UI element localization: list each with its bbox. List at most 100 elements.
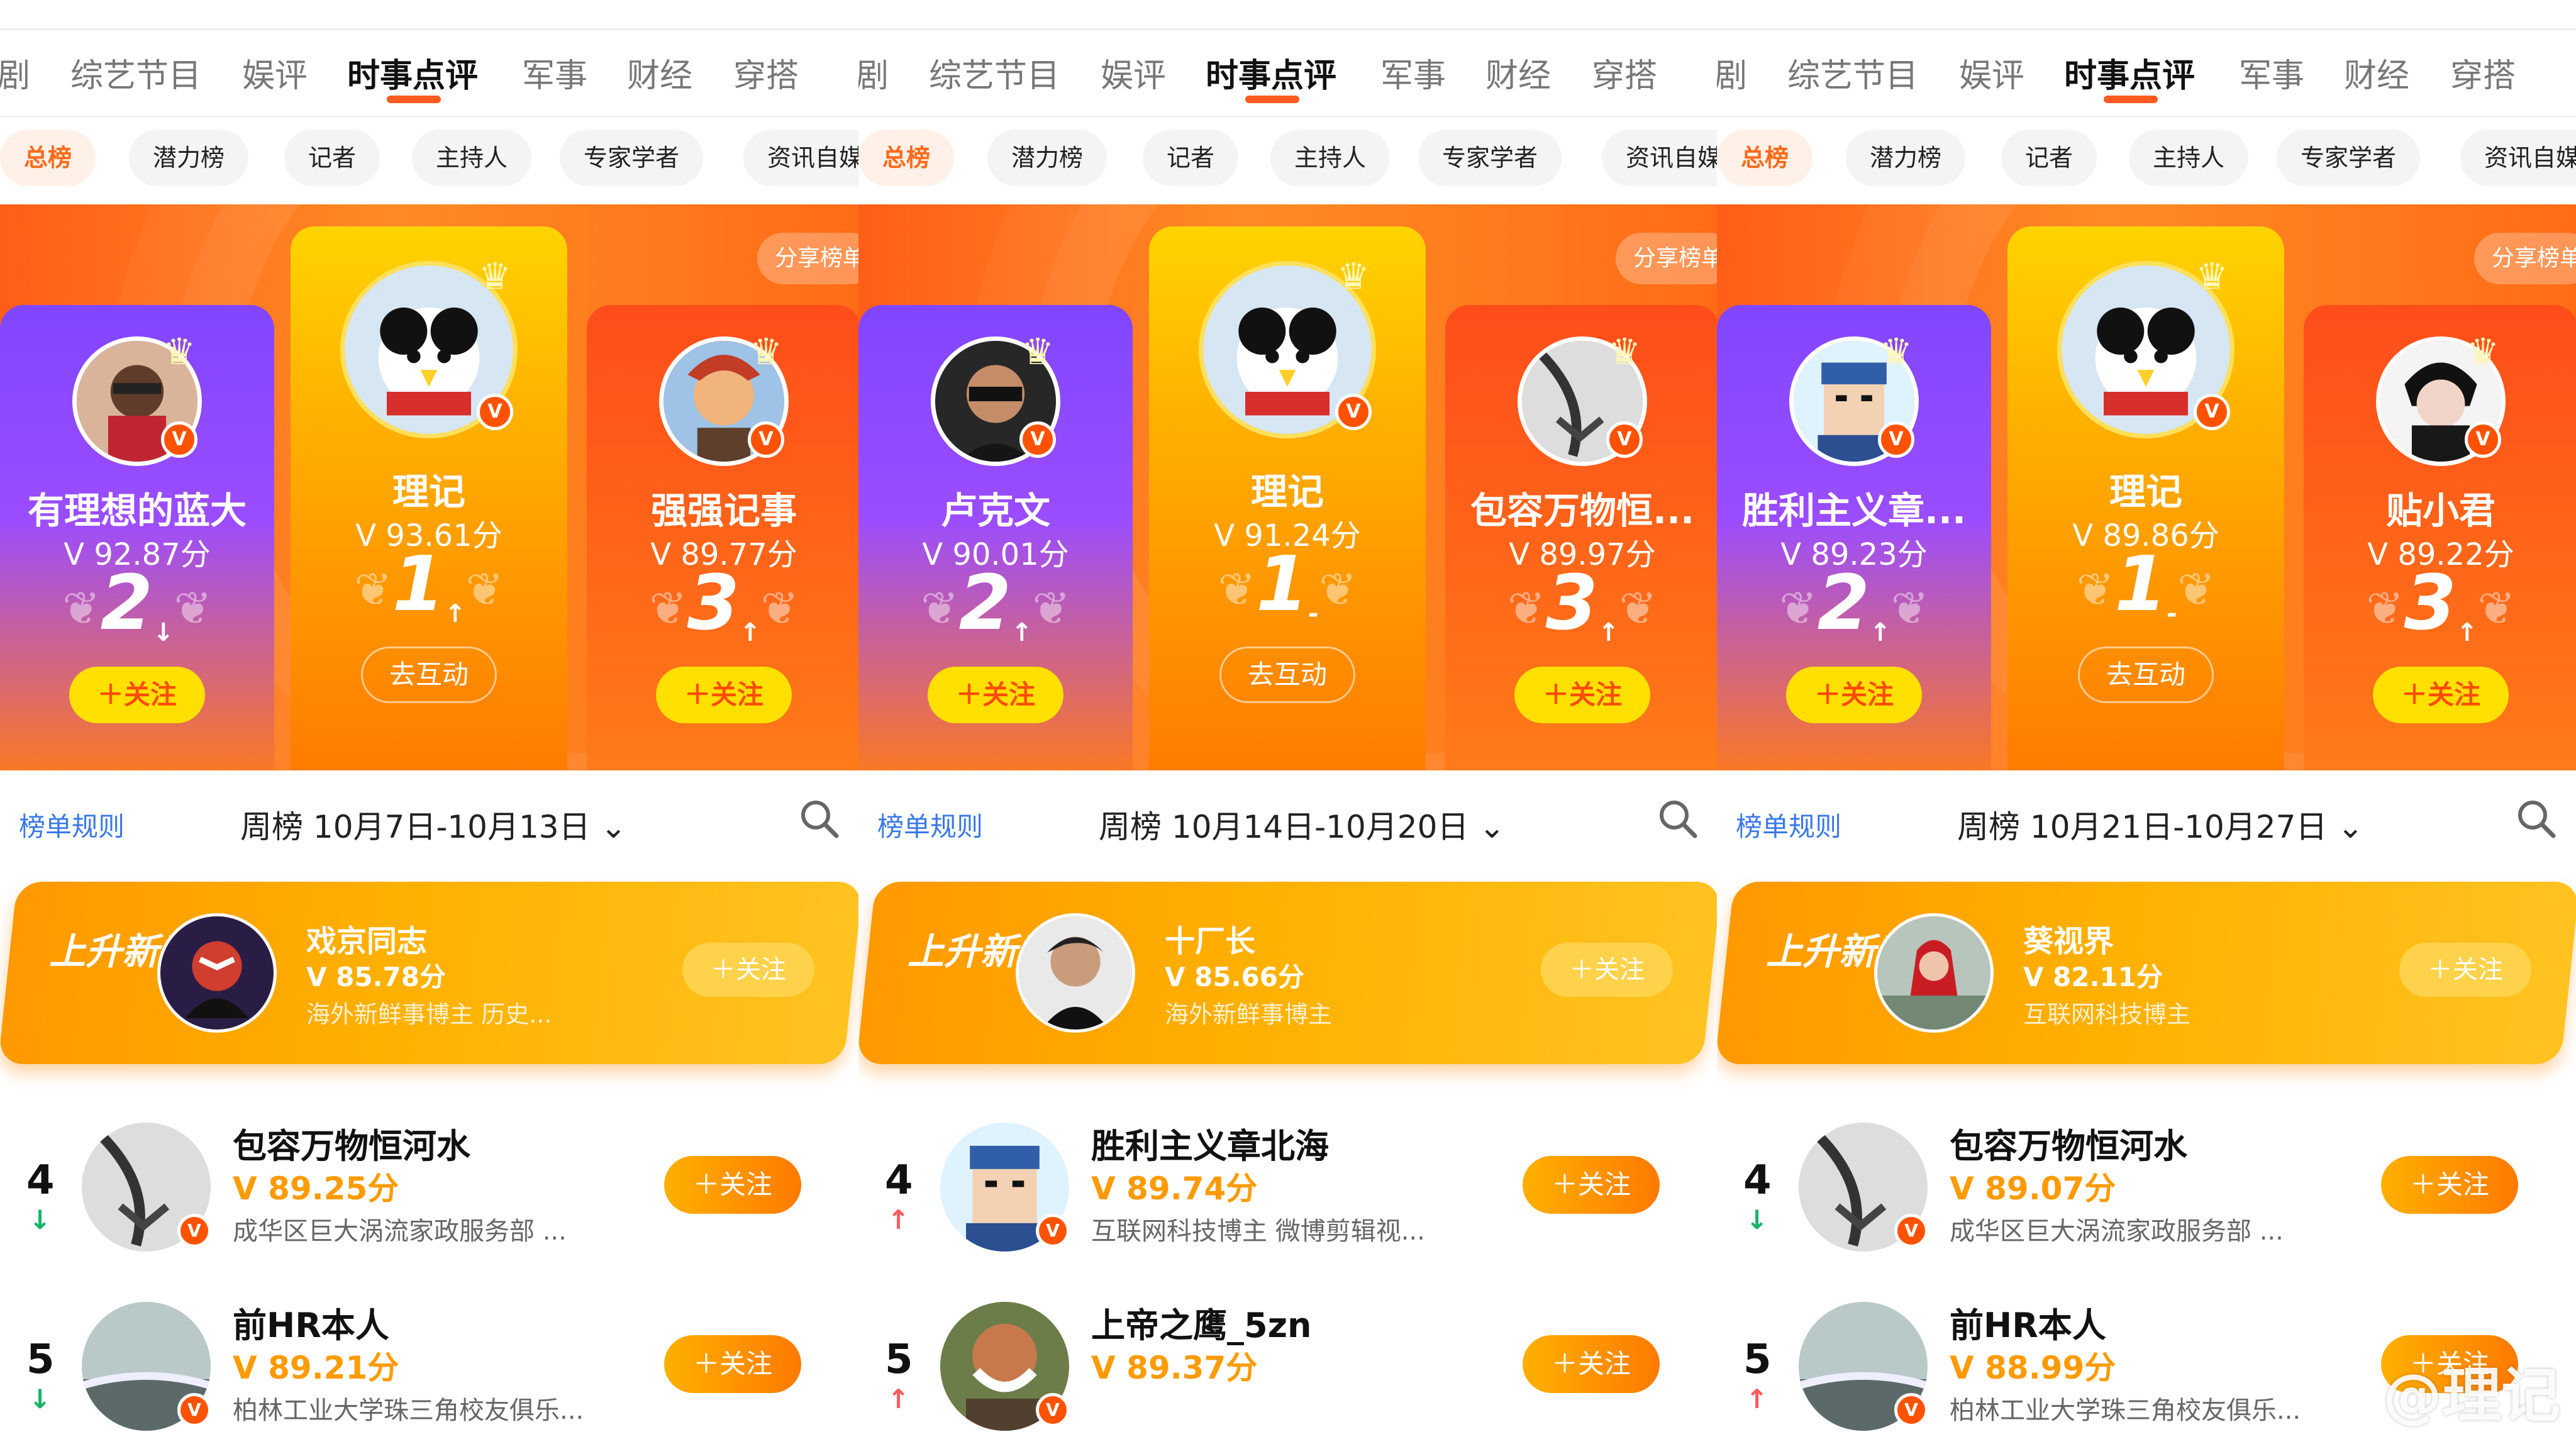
creator-name: 包容万物恒... <box>1470 489 1695 532</box>
creator-avatar[interactable] <box>157 913 277 1033</box>
follow-button[interactable]: ＋关注 <box>1523 1156 1660 1214</box>
follow-button[interactable]: ＋关注 <box>2399 943 2531 997</box>
tab-drama[interactable]: 剧 <box>858 49 889 96</box>
chip-potential[interactable]: 潜力榜 <box>1846 130 1966 186</box>
creator-avatar[interactable]: ♛ V <box>72 330 202 466</box>
creator-name: 包容万物恒河水 <box>1950 1126 2187 1166</box>
chip-expert[interactable]: 专家学者 <box>2277 130 2421 186</box>
ranking-rules-link[interactable]: 榜单规则 <box>19 806 125 844</box>
tab-entertainment-review[interactable]: 娱评 <box>242 49 308 96</box>
creator-avatar[interactable]: ♛ V <box>659 330 789 466</box>
tab-finance[interactable]: 财经 <box>2344 49 2409 96</box>
chip-potential[interactable]: 潜力榜 <box>987 130 1108 186</box>
ranking-row[interactable]: 4 ↓ V 包容万物恒河水 V 89.25分 成华区巨大涡流家政服务部 ... ＋关注 <box>0 1101 859 1280</box>
chip-news-media[interactable]: 资讯自媒体 <box>1602 130 1718 186</box>
search-icon[interactable] <box>2514 797 2558 841</box>
tab-military[interactable]: 军事 <box>522 49 587 96</box>
tab-drama[interactable]: 剧 <box>0 49 30 96</box>
chip-host[interactable]: 主持人 <box>1270 130 1391 186</box>
ranking-rules-link[interactable]: 榜单规则 <box>1736 806 1841 844</box>
chip-expert[interactable]: 专家学者 <box>1418 130 1562 186</box>
creator-avatar[interactable]: ♛ V <box>2057 255 2235 438</box>
interact-button[interactable]: 去互动 <box>1219 647 1355 703</box>
chip-potential[interactable]: 潜力榜 <box>129 130 249 186</box>
follow-button[interactable]: ＋关注 <box>1523 1335 1660 1393</box>
tab-current-affairs[interactable]: 时事点评 <box>1206 49 1336 96</box>
creator-avatar[interactable]: ♛ V <box>931 330 1060 466</box>
chip-news-media[interactable]: 资讯自媒体 <box>2460 130 2576 186</box>
tab-entertainment-review[interactable]: 娱评 <box>1959 49 2024 96</box>
tab-current-affairs[interactable]: 时事点评 <box>2064 49 2195 96</box>
creator-avatar[interactable]: ♛ V <box>1199 255 1376 438</box>
ranking-row[interactable]: 5 ↑ V 上帝之鹰_5zn V 89.37分 ＋关注 <box>858 1280 1718 1449</box>
share-ranking-button[interactable]: 分享榜单 <box>757 233 859 284</box>
chip-overall[interactable]: 总榜 <box>858 130 955 186</box>
tab-current-affairs[interactable]: 时事点评 <box>347 49 478 96</box>
tab-military[interactable]: 军事 <box>2239 49 2304 96</box>
creator-score: V 88.99分 <box>1950 1350 2116 1386</box>
tab-finance[interactable]: 财经 <box>1485 49 1551 96</box>
search-icon[interactable] <box>1656 797 1700 841</box>
chip-overall[interactable]: 总榜 <box>1717 130 1813 186</box>
follow-button[interactable]: ＋关注 <box>1541 943 1673 997</box>
ranking-rules-link[interactable]: 榜单规则 <box>877 806 983 844</box>
tab-variety[interactable]: 综艺节目 <box>1787 49 1918 96</box>
follow-button[interactable]: ＋关注 <box>1786 667 1922 723</box>
chip-host[interactable]: 主持人 <box>412 130 532 186</box>
chip-host[interactable]: 主持人 <box>2129 130 2249 186</box>
tab-military[interactable]: 军事 <box>1380 49 1446 96</box>
week-selector[interactable]: 周榜 10月21日-10月27日 ⌄ <box>1957 802 2363 847</box>
creator-avatar[interactable]: ♛ V <box>1789 330 1919 466</box>
tab-variety[interactable]: 综艺节目 <box>929 49 1060 96</box>
creator-score: V 89.74分 <box>1091 1170 1258 1207</box>
follow-button[interactable]: ＋关注 <box>2373 667 2509 723</box>
follow-button[interactable]: ＋关注 <box>664 1335 801 1393</box>
ranking-row[interactable]: 5 ↓ V 前HR本人 V 89.21分 柏林工业大学珠三角校友俱乐... ＋关注 <box>0 1280 859 1449</box>
chip-expert[interactable]: 专家学者 <box>560 130 704 186</box>
follow-button[interactable]: ＋关注 <box>2381 1156 2518 1214</box>
creator-avatar[interactable]: ♛ V <box>1518 330 1647 466</box>
tab-entertainment-review[interactable]: 娱评 <box>1101 49 1166 96</box>
ranking-row[interactable]: 4 ↑ V 胜利主义章北海 V 89.74分 互联网科技博主 微博剪辑视... ＋关注 <box>858 1101 1718 1280</box>
chip-journalist[interactable]: 记者 <box>2001 130 2097 186</box>
rank-number: ❦3↑❦ <box>1507 560 1657 647</box>
creator-avatar[interactable] <box>1874 913 1994 1033</box>
search-icon[interactable] <box>797 797 841 841</box>
chip-news-media[interactable]: 资讯自媒体 <box>743 130 859 186</box>
tab-fashion[interactable]: 穿搭 <box>733 49 799 96</box>
tab-drama[interactable]: 剧 <box>1717 49 1747 96</box>
chip-journalist[interactable]: 记者 <box>284 130 380 186</box>
share-ranking-button[interactable]: 分享榜单 <box>2474 233 2576 284</box>
verified-badge: V <box>477 394 513 430</box>
creator-name: 前HR本人 <box>233 1306 389 1345</box>
creator-name: 强强记事 <box>650 489 797 532</box>
follow-button[interactable]: ＋关注 <box>69 667 205 723</box>
tab-fashion[interactable]: 穿搭 <box>2450 49 2516 96</box>
week-selector[interactable]: 周榜 10月14日-10月20日 ⌄ <box>1099 802 1505 847</box>
interact-button[interactable]: 去互动 <box>2078 647 2214 703</box>
crown-icon: ♛ <box>479 255 511 297</box>
follow-button[interactable]: ＋关注 <box>682 943 814 997</box>
ranking-filter-chips: 总榜 潜力榜 记者 主持人 专家学者 资讯自媒体 <box>0 118 859 203</box>
follow-button[interactable]: ＋关注 <box>928 667 1063 723</box>
share-ranking-button[interactable]: 分享榜单 <box>1616 233 1718 284</box>
tab-finance[interactable]: 财经 <box>627 49 692 96</box>
creator-avatar[interactable]: ♛ V <box>2376 330 2506 466</box>
trend-icon: ↓ <box>1746 1204 1768 1235</box>
creator-name: 胜利主义章北海 <box>1091 1126 1329 1166</box>
follow-button[interactable]: ＋关注 <box>656 667 792 723</box>
rank-number: ❦2↓❦ <box>62 560 212 647</box>
follow-button[interactable]: ＋关注 <box>1514 667 1650 723</box>
creator-name: 胜利主义章... <box>1741 489 1967 532</box>
chip-journalist[interactable]: 记者 <box>1143 130 1239 186</box>
creator-avatar[interactable] <box>1016 913 1135 1033</box>
tab-fashion[interactable]: 穿搭 <box>1592 49 1657 96</box>
interact-button[interactable]: 去互动 <box>361 647 497 703</box>
ranking-row[interactable]: 4 ↓ V 包容万物恒河水 V 89.07分 成华区巨大涡流家政服务部 ... ＋关注 <box>1717 1101 2576 1280</box>
week-selector[interactable]: 周榜 10月7日-10月13日 ⌄ <box>240 802 626 847</box>
chip-overall[interactable]: 总榜 <box>0 130 96 186</box>
creator-avatar[interactable]: ♛ V <box>340 255 518 438</box>
tab-variety[interactable]: 综艺节目 <box>70 49 201 96</box>
rank-two-card: ♛ V 卢克文 V 90.01分 ❦2↑❦ ＋关注 <box>858 305 1133 770</box>
follow-button[interactable]: ＋关注 <box>664 1156 801 1214</box>
